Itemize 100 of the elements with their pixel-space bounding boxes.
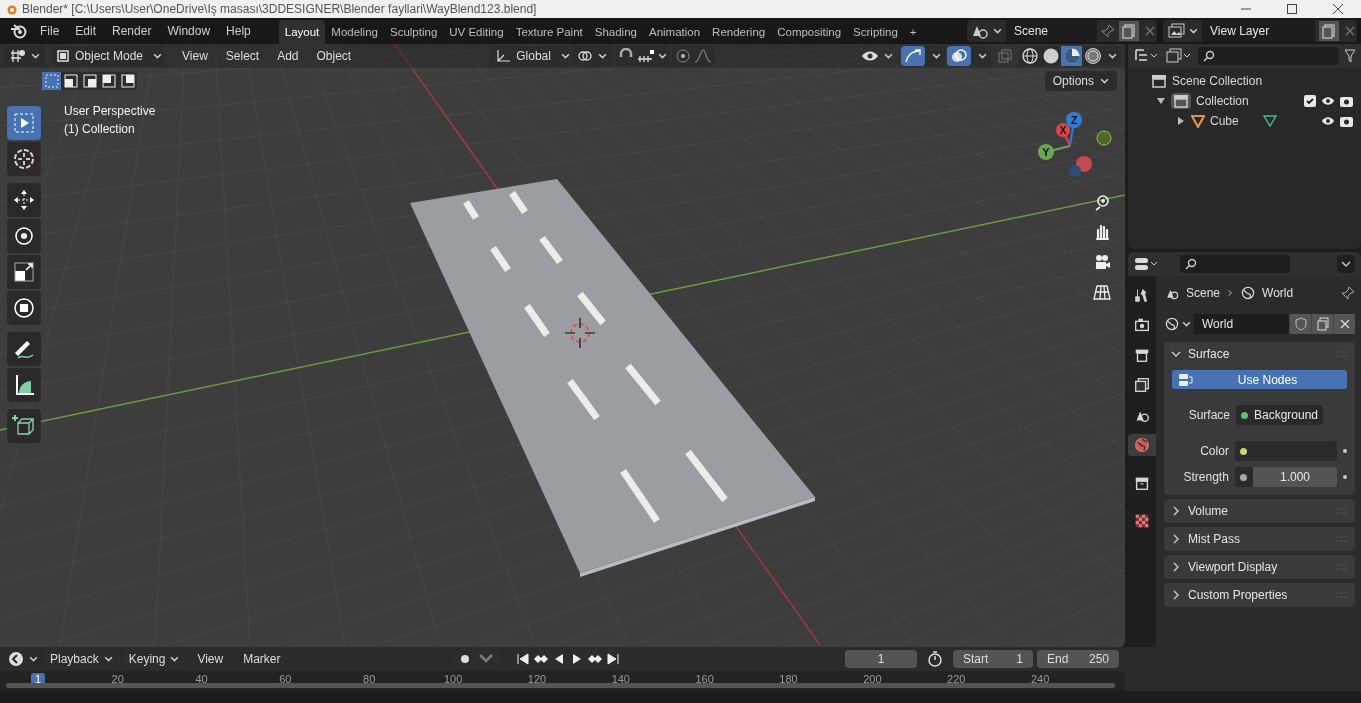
pin-icon[interactable] (1341, 286, 1355, 300)
use-nodes-button[interactable]: Use Nodes (1172, 370, 1347, 389)
rotate-tool-button[interactable] (7, 219, 41, 253)
measure-tool-button[interactable] (7, 368, 41, 402)
disclosure-icon[interactable] (1156, 96, 1166, 106)
menu-item[interactable]: Object (308, 47, 360, 65)
shader-field[interactable]: Background (1236, 405, 1324, 425)
selection-mode-button[interactable] (99, 72, 118, 90)
menu-item[interactable]: Render (104, 21, 160, 41)
move-tool-button[interactable] (7, 183, 41, 217)
editor-type-icon[interactable] (1134, 256, 1160, 272)
outliner-item[interactable]: Cube (1210, 114, 1239, 128)
image-stack-icon[interactable] (1166, 48, 1192, 64)
world-name-field[interactable]: World (1194, 314, 1289, 334)
jump-end-icon[interactable] (605, 652, 621, 666)
zoom-icon[interactable] (1093, 193, 1111, 211)
disclosure-icon[interactable] (1176, 116, 1186, 126)
shading-mode-button[interactable] (1082, 46, 1103, 66)
shading-mode-button[interactable] (1061, 46, 1082, 66)
pivot-dropdown[interactable] (571, 46, 614, 66)
falloff-curve-icon[interactable] (694, 49, 713, 63)
blender-logo-icon[interactable] (10, 23, 28, 39)
snap-increment-icon[interactable] (637, 49, 656, 63)
orientation-dropdown[interactable]: Global (489, 46, 570, 66)
workspace-tab[interactable]: Texture Paint (509, 20, 589, 44)
search-field[interactable] (1180, 255, 1290, 273)
world-properties-tab[interactable] (1128, 434, 1156, 456)
panel-header[interactable]: Volume (1164, 499, 1355, 523)
menu-item[interactable]: View (189, 650, 232, 668)
menu-item[interactable]: Help (218, 21, 259, 41)
search-field[interactable] (1198, 47, 1339, 65)
outliner-item[interactable]: Scene Collection (1172, 74, 1263, 88)
workspace-tab[interactable]: Shading (588, 20, 643, 44)
shield-icon[interactable] (1293, 317, 1308, 331)
scene-field[interactable]: Scene (1006, 20, 1097, 42)
workspace-tab[interactable]: + (903, 20, 923, 44)
workspace-tab[interactable]: Modeling (325, 20, 384, 44)
editor-type-button[interactable] (6, 649, 40, 669)
camera-icon[interactable] (1340, 115, 1353, 127)
dropdown-caret-icon[interactable] (1337, 255, 1355, 273)
close-icon[interactable] (1338, 318, 1351, 330)
menu-item[interactable]: Select (217, 47, 268, 65)
end-frame-field[interactable]: End 250 (1037, 650, 1119, 668)
eye-icon[interactable] (1321, 115, 1335, 127)
grid-icon[interactable] (1093, 283, 1111, 301)
filter-icon[interactable] (1345, 49, 1355, 63)
add-cube-tool-button[interactable] (7, 409, 41, 443)
copy-icon[interactable] (1315, 317, 1330, 331)
workspace-tab[interactable]: UV Editing (443, 20, 510, 44)
copy-icon[interactable] (1119, 21, 1139, 41)
gizmo-toggle[interactable] (901, 46, 925, 66)
cursor-tool-button[interactable] (7, 142, 41, 176)
menu-item[interactable]: View (174, 47, 216, 65)
current-frame-field[interactable]: 1 (845, 650, 917, 668)
workspace-tab[interactable]: Compositing (771, 20, 848, 44)
outliner-item[interactable]: Collection (1196, 94, 1249, 108)
editor-type-button[interactable] (4, 46, 46, 66)
scrollbar[interactable] (6, 683, 1115, 688)
menu-item[interactable]: Marker (235, 650, 289, 668)
menu-item[interactable]: Add (269, 47, 307, 65)
stopwatch-icon[interactable] (927, 651, 943, 667)
outliner-icon[interactable] (1134, 48, 1160, 64)
scale-tool-button[interactable] (7, 255, 41, 289)
camera-icon[interactable] (1093, 253, 1111, 271)
panel-header[interactable]: Surface (1164, 342, 1355, 366)
next-keyframe-icon[interactable] (587, 652, 603, 666)
panel-header[interactable]: Custom Properties (1164, 583, 1355, 607)
eye-icon[interactable] (1321, 95, 1335, 107)
panel-header[interactable]: Mist Pass (1164, 527, 1355, 551)
start-frame-field[interactable]: Start 1 (953, 650, 1033, 668)
number-field[interactable]: 1.000 (1234, 467, 1338, 487)
mode-dropdown[interactable]: Object Mode (52, 46, 164, 66)
workspace-tab[interactable]: Animation (642, 20, 707, 44)
options-dropdown[interactable]: Options (1044, 71, 1117, 91)
menu-item[interactable]: File (32, 21, 68, 41)
checkbox[interactable] (1304, 95, 1316, 107)
globe-icon[interactable] (1164, 316, 1180, 332)
transform-tool-button[interactable] (7, 291, 41, 325)
view-layer-field[interactable]: View Layer (1202, 20, 1315, 42)
workspace-tab[interactable]: Sculpting (383, 20, 444, 44)
selection-mode-button[interactable] (61, 72, 80, 90)
color-field[interactable] (1234, 441, 1338, 461)
menu-item[interactable]: Window (159, 21, 219, 41)
select-tool-button[interactable] (7, 106, 41, 140)
shading-mode-button[interactable] (1019, 46, 1040, 66)
annotate-tool-button[interactable] (7, 332, 41, 366)
selection-mode-button[interactable] (80, 72, 99, 90)
copy-icon[interactable] (1319, 21, 1339, 41)
proportional-edit-icon[interactable] (675, 48, 692, 64)
pin-icon[interactable] (1101, 24, 1115, 38)
panel-header[interactable]: Viewport Display (1164, 555, 1355, 579)
camera-icon[interactable] (1340, 95, 1353, 107)
menu-item[interactable]: Edit (67, 21, 105, 41)
previous-keyframe-icon[interactable] (533, 652, 549, 666)
selection-mode-button[interactable] (118, 72, 137, 90)
jump-start-icon[interactable] (515, 652, 531, 666)
workspace-tab[interactable]: Layout (278, 20, 326, 44)
image-stack-icon[interactable] (1167, 23, 1185, 39)
overlay-toggle[interactable] (947, 46, 971, 66)
workspace-tab[interactable]: Rendering (706, 20, 772, 44)
